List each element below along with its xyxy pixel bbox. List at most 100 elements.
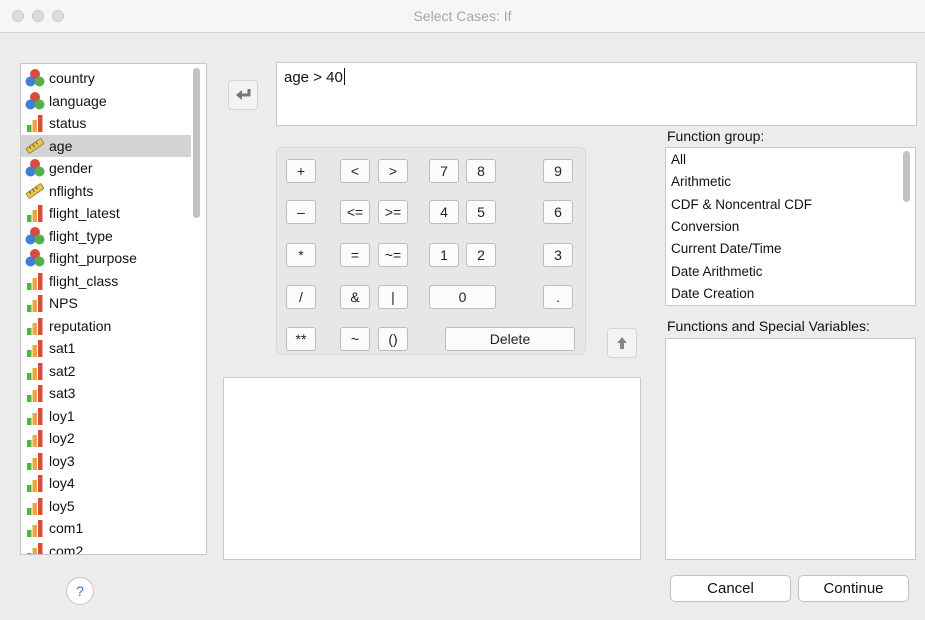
- function-group-item[interactable]: Arithmetic: [671, 174, 731, 189]
- variable-item-loy1[interactable]: loy1: [21, 405, 191, 427]
- key-less-equal[interactable]: <=: [340, 200, 370, 224]
- key-0[interactable]: 0: [429, 285, 496, 309]
- key-and[interactable]: &: [340, 285, 370, 309]
- ordinal-measure-icon: [25, 338, 45, 358]
- variable-label: loy3: [49, 452, 75, 469]
- key-7[interactable]: 7: [429, 159, 459, 183]
- variable-label: sat1: [49, 340, 76, 356]
- help-button[interactable]: ?: [66, 577, 94, 605]
- variable-item-flight-class[interactable]: flight_class: [21, 270, 191, 292]
- function-group-item[interactable]: Current Date/Time: [671, 241, 782, 256]
- variable-item-loy2[interactable]: loy2: [21, 427, 191, 449]
- key-9[interactable]: 9: [543, 159, 573, 183]
- variable-item-language[interactable]: language: [21, 90, 191, 112]
- variable-label: flight_type: [49, 227, 113, 244]
- ordinal-measure-icon: [25, 518, 45, 538]
- key-6[interactable]: 6: [543, 200, 573, 224]
- ordinal-measure-icon: [25, 316, 45, 336]
- variable-item-reputation[interactable]: reputation: [21, 315, 191, 337]
- key-2[interactable]: 2: [466, 243, 496, 267]
- key-plus[interactable]: +: [286, 159, 316, 183]
- move-variable-arrow-icon: [236, 89, 251, 100]
- key-decimal[interactable]: .: [543, 285, 573, 309]
- variable-item-country[interactable]: country: [21, 67, 191, 89]
- variable-label: flight_class: [49, 272, 119, 289]
- ordinal-measure-icon: [25, 496, 45, 516]
- text-caret: [343, 68, 345, 85]
- variable-item-sat2[interactable]: sat2: [21, 360, 191, 382]
- variable-label: loy1: [49, 407, 75, 424]
- continue-button[interactable]: Continue: [798, 575, 909, 602]
- move-to-expression-button[interactable]: [228, 80, 258, 110]
- nominal-measure-icon: [25, 91, 45, 111]
- variable-item-status[interactable]: status: [21, 112, 191, 134]
- variable-label: language: [49, 92, 107, 109]
- function-description-area: [223, 377, 641, 560]
- move-function-up-button[interactable]: [607, 328, 637, 358]
- variable-label: reputation: [49, 317, 112, 334]
- variable-item-loy5[interactable]: loy5: [21, 495, 191, 517]
- variable-label: com1: [49, 520, 84, 536]
- expression-input[interactable]: age > 40: [276, 62, 917, 126]
- variable-list-scrollbar[interactable]: [193, 68, 200, 218]
- function-group-item[interactable]: All: [671, 152, 686, 167]
- key-5[interactable]: 5: [466, 200, 496, 224]
- key-multiply[interactable]: *: [286, 243, 316, 267]
- key-divide[interactable]: /: [286, 285, 316, 309]
- key-greater-than[interactable]: >: [378, 159, 408, 183]
- ordinal-measure-icon: [25, 271, 45, 291]
- key-power[interactable]: **: [286, 327, 316, 351]
- variable-item-sat1[interactable]: sat1: [21, 337, 191, 359]
- scale-measure-icon: [25, 181, 45, 201]
- cancel-button[interactable]: Cancel: [670, 575, 791, 602]
- key-parentheses[interactable]: (): [378, 327, 408, 351]
- scale-measure-icon: [25, 136, 45, 156]
- ordinal-measure-icon: [25, 541, 45, 554]
- key-minus[interactable]: –: [286, 200, 316, 224]
- variable-label: loy2: [49, 430, 75, 446]
- variable-label: nflights: [49, 182, 94, 199]
- variable-item-nflights[interactable]: nflights: [21, 180, 191, 202]
- key-or[interactable]: |: [378, 285, 408, 309]
- function-group-scrollbar[interactable]: [903, 151, 910, 202]
- function-group-item[interactable]: CDF & Noncentral CDF: [671, 197, 812, 212]
- variable-label: com2: [49, 542, 84, 555]
- key-4[interactable]: 4: [429, 200, 459, 224]
- function-group-list[interactable]: All Arithmetic CDF & Noncentral CDF Convers…: [665, 147, 916, 306]
- functions-special-variables-list[interactable]: [665, 338, 916, 560]
- variable-item-loy4[interactable]: loy4: [21, 472, 191, 494]
- variable-item-age[interactable]: age: [21, 134, 191, 157]
- variable-item-gender[interactable]: gender: [21, 157, 191, 179]
- title-bar: Select Cases: If: [0, 0, 925, 33]
- key-not-equal[interactable]: ~=: [378, 243, 408, 267]
- variable-item-flight-purpose[interactable]: flight_purpose: [21, 247, 191, 269]
- ordinal-measure-icon: [25, 361, 45, 381]
- variable-list[interactable]: country language status age gender nflights fl…: [20, 63, 207, 555]
- variable-item-loy3[interactable]: loy3: [21, 450, 191, 472]
- variable-item-nps[interactable]: NPS: [21, 292, 191, 314]
- key-greater-equal[interactable]: >=: [378, 200, 408, 224]
- variable-item-com2[interactable]: com2: [21, 540, 191, 555]
- nominal-measure-icon: [25, 68, 45, 88]
- ordinal-measure-icon: [25, 451, 45, 471]
- variable-item-sat3[interactable]: sat3: [21, 382, 191, 404]
- key-1[interactable]: 1: [429, 243, 459, 267]
- ordinal-measure-icon: [25, 406, 45, 426]
- variable-item-com1[interactable]: com1: [21, 517, 191, 539]
- function-group-item[interactable]: Date Arithmetic: [671, 264, 763, 279]
- window-title: Select Cases: If: [413, 8, 512, 24]
- variable-item-flight-latest[interactable]: flight_latest: [21, 202, 191, 224]
- key-not[interactable]: ~: [340, 327, 370, 351]
- delete-button[interactable]: Delete: [445, 327, 575, 351]
- move-function-up-arrow-icon: [617, 337, 627, 349]
- variable-label: NPS: [49, 295, 78, 311]
- key-equals[interactable]: =: [340, 243, 370, 267]
- key-8[interactable]: 8: [466, 159, 496, 183]
- function-group-item[interactable]: Conversion: [671, 219, 739, 234]
- key-less-than[interactable]: <: [340, 159, 370, 183]
- ordinal-measure-icon: [25, 293, 45, 313]
- function-group-item[interactable]: Date Creation: [671, 286, 754, 301]
- key-3[interactable]: 3: [543, 243, 573, 267]
- variable-label: sat2: [49, 362, 76, 379]
- variable-item-flight-type[interactable]: flight_type: [21, 225, 191, 247]
